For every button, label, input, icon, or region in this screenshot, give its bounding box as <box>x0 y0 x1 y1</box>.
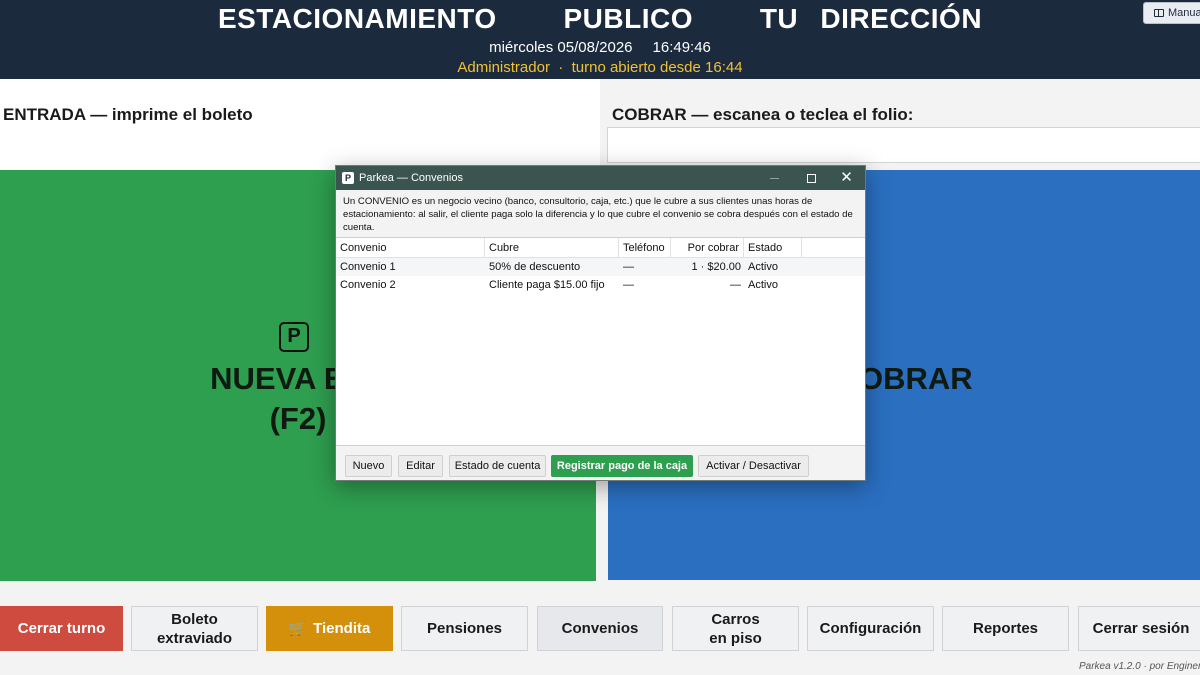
close-icon: ✕ <box>840 169 853 186</box>
folio-input[interactable] <box>607 127 1200 163</box>
dialog-title: Parkea — Convenios <box>359 172 463 184</box>
tiendita-button[interactable]: 🛒 Tiendita <box>266 606 393 651</box>
column-header-por-cobrar[interactable]: Por cobrar <box>671 238 744 258</box>
parkea-app-icon: P <box>342 172 354 184</box>
version-footer: Parkea v1.2.0 · por Enginerd M <box>1079 661 1200 672</box>
column-header-estado[interactable]: Estado <box>744 238 802 258</box>
boleto-extraviado-label-2: extraviado <box>156 629 233 647</box>
pensiones-button[interactable]: Pensiones <box>401 606 528 651</box>
cerrar-sesion-label: Cerrar sesión <box>1092 620 1190 637</box>
configuracion-button[interactable]: Configuración <box>807 606 934 651</box>
cell-cubre: 50% de descuento <box>489 261 581 273</box>
carros-label-2: en piso <box>709 629 762 647</box>
cell-estado: Activo <box>748 261 778 273</box>
cell-cubre: Cliente paga $15.00 fijo <box>489 279 605 291</box>
cobrar-button-text: OBRAR <box>859 361 973 396</box>
maximize-button[interactable] <box>793 166 830 190</box>
convenios-label: Convenios <box>561 620 639 637</box>
current-time: 16:49:46 <box>652 39 711 56</box>
editar-button[interactable]: Editar <box>398 455 443 477</box>
cell-convenio: Convenio 1 <box>340 261 396 273</box>
cerrar-sesion-button[interactable]: Cerrar sesión <box>1078 606 1200 651</box>
tiendita-label: Tiendita <box>313 620 371 637</box>
reportes-button[interactable]: Reportes <box>942 606 1069 651</box>
convenios-table: Convenio Cubre Teléfono Por cobrar Estad… <box>336 237 865 446</box>
parking-icon: P <box>279 322 309 352</box>
current-date: miércoles 05/08/2026 <box>489 39 633 56</box>
cell-por-cobrar: — <box>730 279 741 291</box>
manual-label: Manual <box>1168 7 1200 19</box>
datetime-line: miércoles 05/08/2026 16:49:46 <box>0 39 1200 56</box>
carros-label-1: Carros <box>711 610 760 628</box>
registrar-pago-button[interactable]: Registrar pago de la caja <box>551 455 693 477</box>
cell-telefono: — <box>623 279 634 291</box>
minimize-icon <box>770 178 779 180</box>
convenios-dialog: P Parkea — Convenios ✕ Un CONVENIO es un… <box>335 165 866 481</box>
column-header-cubre[interactable]: Cubre <box>485 238 619 258</box>
column-header-telefono[interactable]: Teléfono <box>619 238 671 258</box>
cell-convenio: Convenio 2 <box>340 279 396 291</box>
activar-desactivar-button[interactable]: Activar / Desactivar <box>698 455 809 477</box>
business-title: ESTACIONAMIENTO PUBLICO TU DIRECCIÓN <box>217 3 983 34</box>
carros-en-piso-button[interactable]: Carros en piso <box>672 606 799 651</box>
cerrar-turno-button[interactable]: Cerrar turno <box>0 606 123 651</box>
pensiones-label: Pensiones <box>426 620 503 637</box>
nuevo-button[interactable]: Nuevo <box>345 455 392 477</box>
dialog-titlebar[interactable]: P Parkea — Convenios ✕ <box>336 166 865 190</box>
user-shift-line: Administrador · turno abierto desde 16:4… <box>457 59 743 76</box>
cell-estado: Activo <box>748 279 778 291</box>
maximize-icon <box>807 174 816 184</box>
reportes-label: Reportes <box>972 620 1039 637</box>
cerrar-turno-label: Cerrar turno <box>17 620 106 637</box>
estado-de-cuenta-button[interactable]: Estado de cuenta <box>449 455 546 477</box>
table-header: Convenio Cubre Teléfono Por cobrar Estad… <box>336 238 865 258</box>
close-button[interactable]: ✕ <box>828 166 865 190</box>
book-icon <box>1154 9 1164 17</box>
column-header-convenio[interactable]: Convenio <box>336 238 485 258</box>
table-row[interactable]: Convenio 1 50% de descuento — 1 · $20.00… <box>336 258 865 276</box>
table-row[interactable]: Convenio 2 Cliente paga $15.00 fijo — — … <box>336 276 865 294</box>
cart-icon: 🛒 <box>288 620 307 636</box>
configuracion-label: Configuración <box>819 620 922 637</box>
boleto-extraviado-label-1: Boleto <box>171 610 218 628</box>
cell-por-cobrar: 1 · $20.00 <box>691 261 741 273</box>
dialog-description: Un CONVENIO es un negocio vecino (banco,… <box>343 196 853 233</box>
cell-telefono: — <box>623 261 634 273</box>
cobrar-label: COBRAR — escanea o teclea el folio: <box>612 105 914 124</box>
manual-button[interactable]: Manual <box>1143 2 1200 24</box>
header-bar: ESTACIONAMIENTO PUBLICO TU DIRECCIÓN mié… <box>0 0 1200 79</box>
entrada-label: ENTRADA — imprime el boleto <box>3 105 253 124</box>
app-window: ESTACIONAMIENTO PUBLICO TU DIRECCIÓN mié… <box>0 0 1200 675</box>
minimize-button[interactable] <box>756 166 793 190</box>
boleto-extraviado-button[interactable]: Boleto extraviado <box>131 606 258 651</box>
convenios-button[interactable]: Convenios <box>537 606 663 651</box>
